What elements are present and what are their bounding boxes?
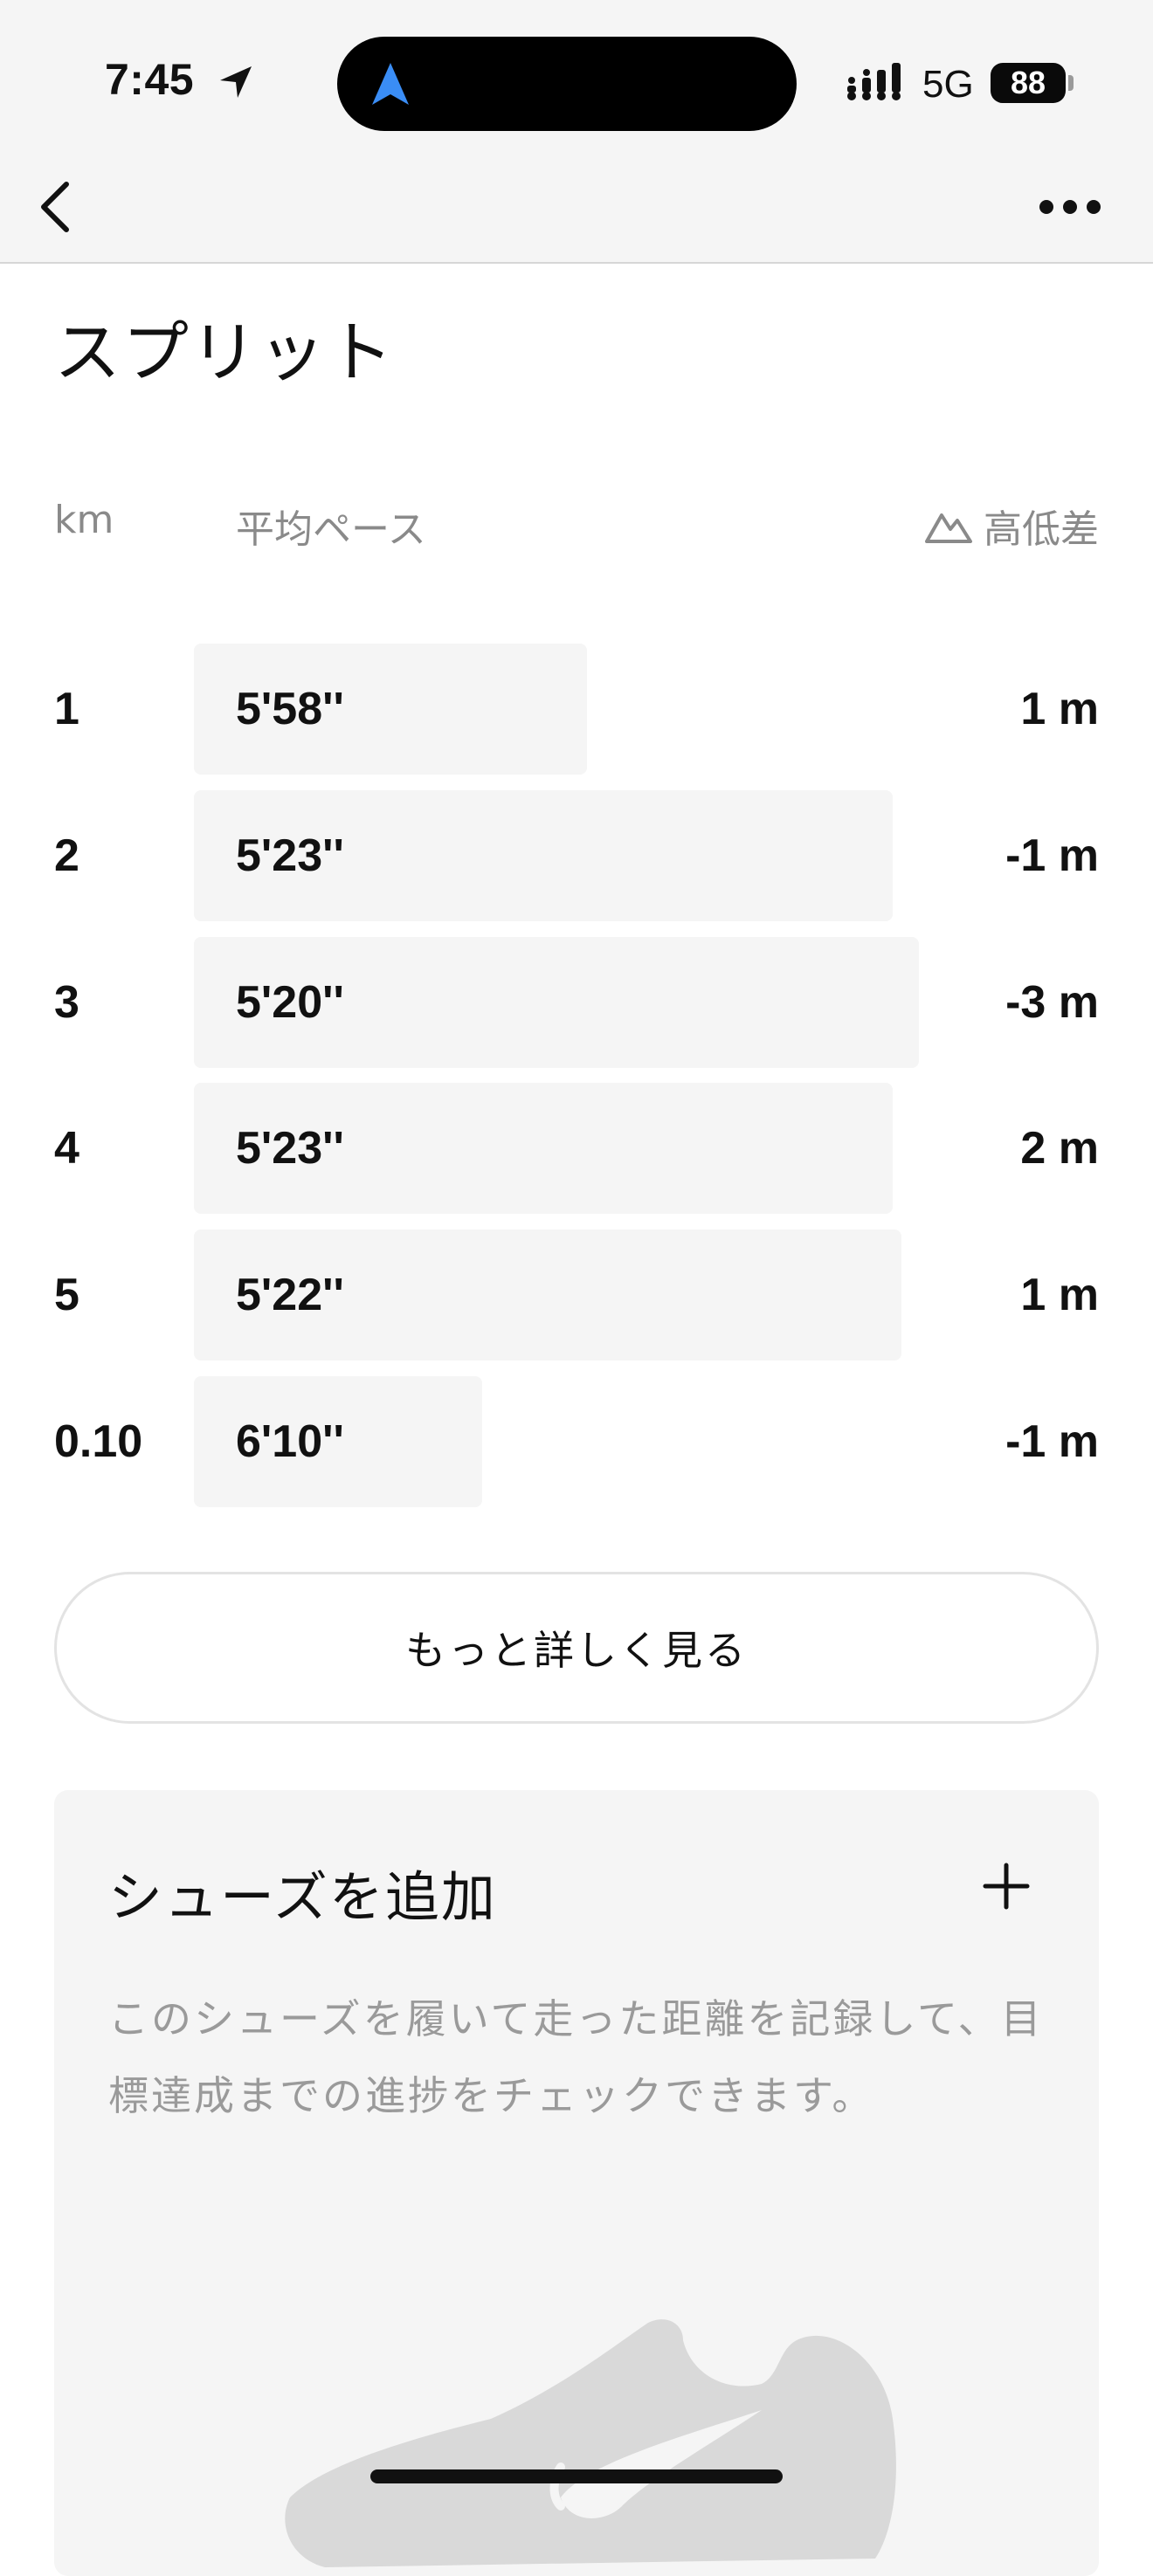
km-column-header: km bbox=[54, 498, 114, 542]
pace-column-header: 平均ペース bbox=[236, 507, 426, 552]
shoe-illustration-icon bbox=[285, 2319, 896, 2567]
add-shoes-description: このシューズを履いて走った距離を記録して、目 標達成までの進捗をチェックできます… bbox=[108, 1980, 1060, 2134]
location-arrow-icon bbox=[220, 66, 252, 98]
network-type: 5G bbox=[922, 63, 974, 106]
splits-title: スプリット bbox=[54, 313, 395, 391]
split-elevation: 2 m bbox=[1020, 1123, 1099, 1174]
split-elevation: -1 m bbox=[1005, 830, 1099, 881]
split-pace: 5'23'' bbox=[236, 830, 344, 881]
more-options-icon[interactable] bbox=[1031, 181, 1109, 233]
split-km: 2 bbox=[54, 830, 79, 881]
status-time: 7:45 bbox=[105, 55, 195, 104]
split-row: 2 5'23'' -1 m bbox=[0, 790, 1153, 921]
split-pace: 5'58'' bbox=[236, 684, 344, 734]
home-indicator[interactable] bbox=[370, 2469, 783, 2483]
nav-bar bbox=[0, 153, 1153, 264]
add-shoes-card[interactable]: シューズを追加 このシューズを履いて走った距離を記録して、目 標達成までの進捗を… bbox=[54, 1790, 1099, 2576]
split-elevation: 1 m bbox=[1020, 684, 1099, 734]
split-row: 5 5'22'' 1 m bbox=[0, 1229, 1153, 1360]
signal-icon bbox=[847, 63, 901, 100]
split-row: 0.10 6'10'' -1 m bbox=[0, 1376, 1153, 1507]
description-line: 標達成までの進捗をチェックできます。 bbox=[108, 2072, 875, 2119]
mountain-icon bbox=[925, 513, 972, 543]
split-row: 4 5'23'' 2 m bbox=[0, 1083, 1153, 1214]
split-km: 0.10 bbox=[54, 1416, 143, 1467]
split-pace: 6'10'' bbox=[236, 1416, 344, 1467]
split-pace: 5'20'' bbox=[236, 977, 344, 1028]
split-km: 3 bbox=[54, 977, 79, 1028]
description-line: このシューズを履いて走った距離を記録して、目 bbox=[108, 1995, 1044, 2042]
split-km: 1 bbox=[54, 684, 79, 734]
split-pace: 5'23'' bbox=[236, 1123, 344, 1174]
split-km: 4 bbox=[54, 1123, 79, 1174]
elevation-column-header: 高低差 bbox=[924, 498, 1099, 554]
split-km: 5 bbox=[54, 1270, 79, 1320]
plus-icon[interactable] bbox=[971, 1851, 1041, 1921]
dynamic-island bbox=[337, 37, 797, 131]
back-chevron-icon[interactable] bbox=[26, 172, 96, 242]
split-row: 1 5'58'' 1 m bbox=[0, 644, 1153, 775]
split-elevation: -1 m bbox=[1005, 1416, 1099, 1467]
split-row: 3 5'20'' -3 m bbox=[0, 937, 1153, 1068]
status-bar: 7:45 5G 88 bbox=[0, 0, 1153, 153]
battery-icon: 88 bbox=[991, 63, 1074, 103]
add-shoes-title: シューズを追加 bbox=[108, 1865, 497, 1929]
battery-level: 88 bbox=[991, 63, 1066, 103]
split-elevation: 1 m bbox=[1020, 1270, 1099, 1320]
split-elevation: -3 m bbox=[1005, 977, 1099, 1028]
elevation-header-label: 高低差 bbox=[984, 507, 1099, 552]
more-details-button[interactable]: もっと詳しく見る bbox=[54, 1572, 1099, 1724]
navigation-arrow-icon bbox=[372, 63, 409, 105]
split-pace: 5'22'' bbox=[236, 1270, 344, 1320]
